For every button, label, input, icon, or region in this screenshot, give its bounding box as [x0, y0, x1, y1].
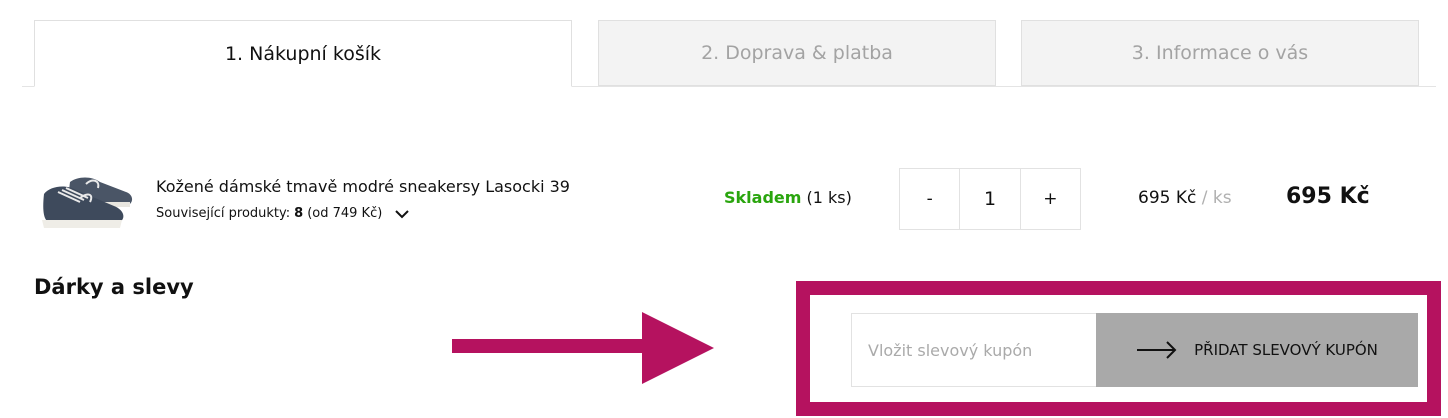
unit-label: ks	[1212, 188, 1232, 208]
decrease-quantity-button[interactable]: -	[900, 169, 959, 229]
add-coupon-button[interactable]: PŘIDAT SLEVOVÝ KUPÓN	[1096, 313, 1418, 387]
tab-shipping-payment[interactable]: 2. Doprava & platba	[598, 20, 996, 86]
sneaker-product-image[interactable]	[40, 168, 136, 234]
unit-price-value: 695 Kč	[1138, 188, 1197, 208]
unit-price: 695 Kč / ks	[1138, 188, 1232, 208]
stock-status: Skladem (1 ks)	[724, 188, 852, 207]
stock-quantity: (1 ks)	[806, 188, 852, 207]
gifts-discounts-heading: Dárky a slevy	[34, 275, 194, 299]
related-products-toggle[interactable]: Související produkty: 8 (od 749 Kč)	[156, 206, 410, 221]
pointer-arrow-icon	[452, 312, 714, 384]
coupon-input[interactable]	[851, 313, 1097, 387]
quantity-stepper: - 1 +	[899, 168, 1081, 230]
related-label: Související produkty:	[156, 206, 291, 221]
quantity-value[interactable]: 1	[959, 169, 1021, 229]
chevron-down-icon	[395, 209, 410, 218]
tab-customer-info[interactable]: 3. Informace o vás	[1021, 20, 1419, 86]
total-price: 695 Kč	[1286, 184, 1370, 209]
related-count: 8	[294, 206, 304, 221]
product-name[interactable]: Kožené dámské tmavě modré sneakersy Laso…	[156, 177, 570, 196]
tab-label: 1. Nákupní košík	[224, 42, 382, 65]
arrow-right-icon	[1137, 341, 1177, 359]
related-price: (od 749 Kč)	[307, 206, 383, 221]
unit-separator: /	[1201, 188, 1208, 208]
tab-shopping-cart[interactable]: 1. Nákupní košík	[34, 20, 572, 87]
tab-label: 2. Doprava & platba	[701, 42, 893, 64]
add-coupon-label: PŘIDAT SLEVOVÝ KUPÓN	[1194, 341, 1378, 359]
cart-item-row: Kožené dámské tmavě modré sneakersy Laso…	[0, 160, 1448, 240]
increase-quantity-button[interactable]: +	[1021, 169, 1080, 229]
stock-available: Skladem	[724, 188, 802, 207]
tab-label: 3. Informace o vás	[1131, 42, 1309, 64]
